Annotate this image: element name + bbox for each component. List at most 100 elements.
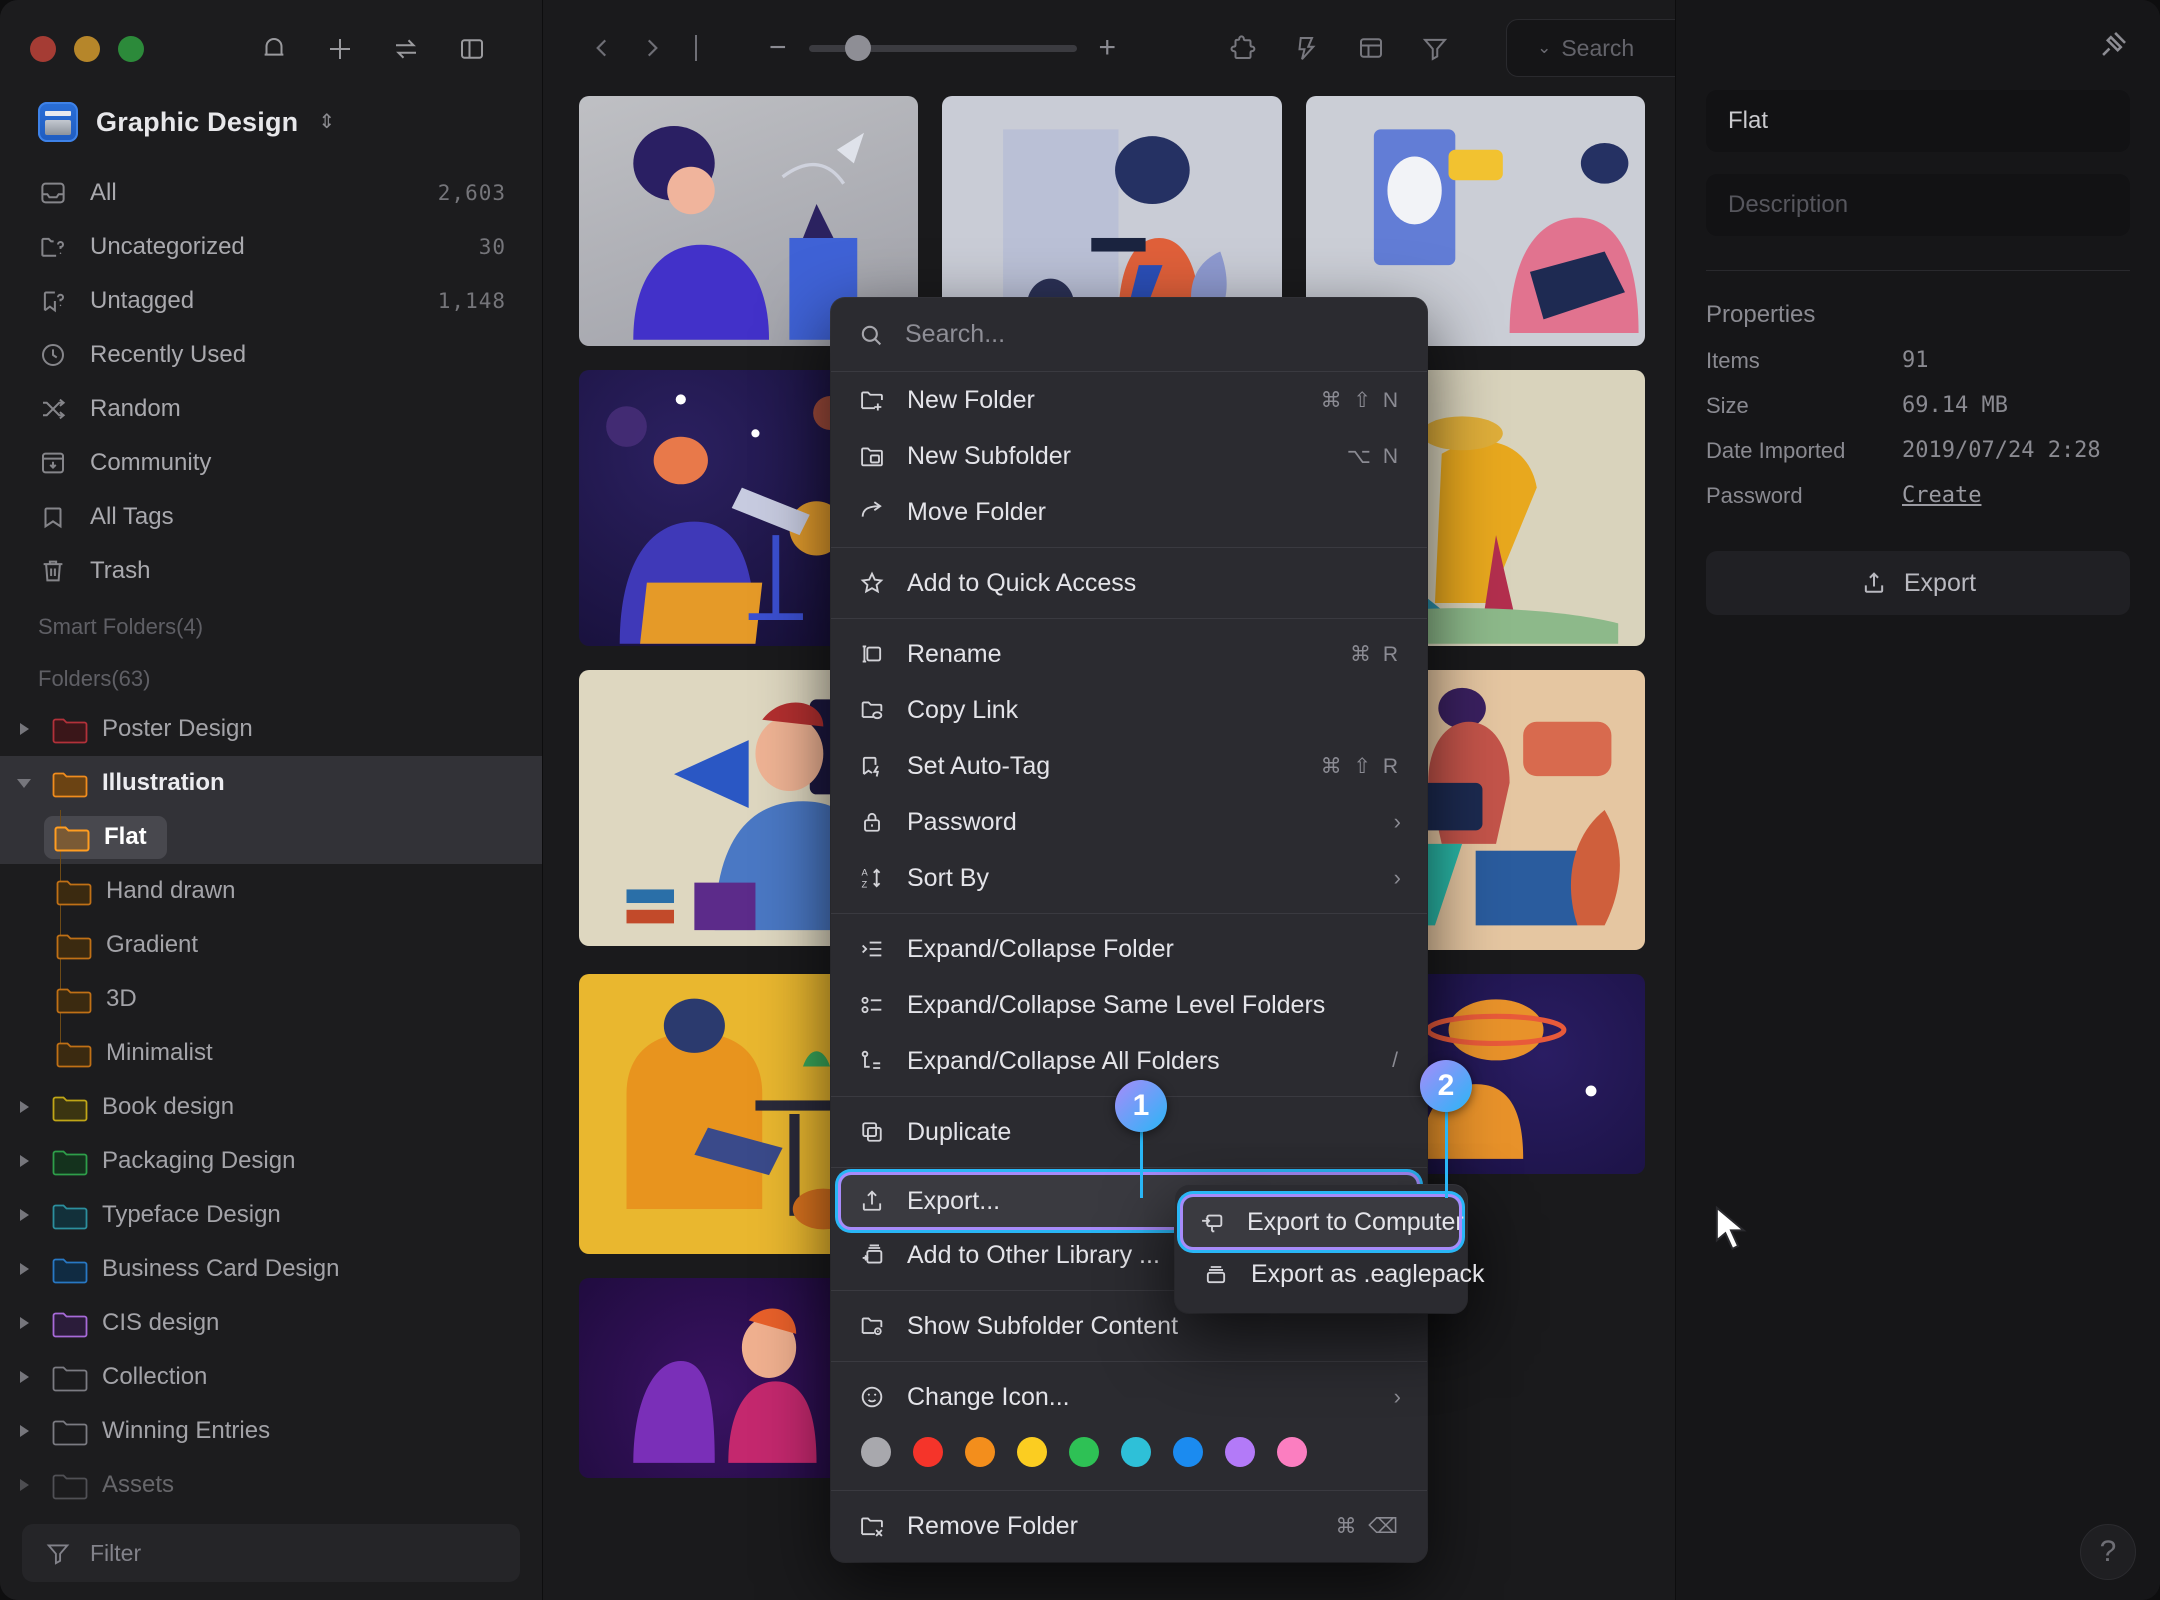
color-swatch-gray[interactable] [861,1437,891,1467]
menu-item-copy-link[interactable]: Copy Link [831,682,1427,738]
sidebar-item-trash[interactable]: Trash [0,544,542,598]
menu-divider [831,547,1427,548]
folder-row-poster-design[interactable]: Poster Design [0,702,542,756]
zoom-thumb[interactable] [844,35,871,61]
color-swatch-blue[interactable] [1173,1437,1203,1467]
chevron-right-icon[interactable] [10,1101,38,1113]
folder-row-illustration[interactable]: Illustration [0,756,542,810]
submenu-item-export-as-eaglepack[interactable]: Export as .eaglepack [1175,1247,1484,1301]
filter-bar[interactable]: Filter [22,1524,520,1582]
folder-row-winning-entries[interactable]: Winning Entries [0,1404,542,1458]
menu-item-change-icon[interactable]: Change Icon... › [831,1369,1427,1425]
zoom-out-button[interactable]: − [769,33,787,63]
menu-item-move-folder[interactable]: Move Folder [831,484,1427,540]
layout-icon[interactable] [1352,29,1390,67]
copy-link-icon [857,696,887,724]
panel-toggle-icon[interactable] [453,30,491,68]
sync-icon[interactable] [387,30,425,68]
minimize-window-button[interactable] [74,36,100,62]
folder-row-hand-drawn[interactable]: Hand drawn [0,864,542,918]
menu-item-new-folder[interactable]: New Folder ⌘ ⇧ N [831,372,1427,428]
folder-row-gradient[interactable]: Gradient [0,918,542,972]
menu-item-remove-folder[interactable]: Remove Folder ⌘ ⌫ [831,1498,1427,1554]
menu-item-rename[interactable]: Rename ⌘ R [831,626,1427,682]
chevron-down-icon[interactable]: ⌄ [1537,38,1551,58]
folder-row-packaging-design[interactable]: Packaging Design [0,1134,542,1188]
close-window-button[interactable] [30,36,56,62]
forward-button[interactable] [629,25,675,71]
plus-icon[interactable] [321,30,359,68]
folder-row-collection[interactable]: Collection [0,1350,542,1404]
property-key: Password [1706,483,1803,508]
color-swatch-red[interactable] [913,1437,943,1467]
color-swatch-pink[interactable] [1277,1437,1307,1467]
chevron-right-icon[interactable] [10,1209,38,1221]
sidebar-item-all-tags[interactable]: All Tags [0,490,542,544]
chevron-right-icon[interactable] [10,1263,38,1275]
sidebar-item-count: 30 [478,235,506,259]
folder-row-flat[interactable]: Flat [0,810,542,864]
help-button[interactable]: ? [2080,1524,2136,1580]
menu-item-sort-by[interactable]: AZ Sort By › [831,850,1427,906]
color-swatch-teal[interactable] [1121,1437,1151,1467]
folder-icon [52,1417,88,1446]
folder-description-field[interactable]: Description [1706,174,2130,236]
color-swatch-yellow[interactable] [1017,1437,1047,1467]
filter-icon[interactable] [1416,29,1454,67]
zoom-track[interactable] [808,35,1077,61]
color-swatch-purple[interactable] [1225,1437,1255,1467]
folder-row-assets[interactable]: Assets [0,1458,542,1512]
chevron-down-icon[interactable] [10,778,38,788]
sidebar-item-recently-used[interactable]: Recently Used [0,328,542,382]
sidebar-item-untagged[interactable]: Untagged 1,148 [0,274,542,328]
maximize-window-button[interactable] [118,36,144,62]
folder-label: CIS design [102,1309,220,1336]
pin-icon[interactable] [2096,28,2130,62]
chevron-right-icon[interactable] [10,723,38,735]
callout-badge-1: 1 [1115,1080,1167,1132]
folder-row-3d[interactable]: 3D [0,972,542,1026]
menu-item-set-auto-tag[interactable]: Set Auto-Tag ⌘ ⇧ R [831,738,1427,794]
sidebar-item-uncategorized[interactable]: Uncategorized 30 [0,220,542,274]
color-swatch-orange[interactable] [965,1437,995,1467]
menu-item-password[interactable]: Password › [831,794,1427,850]
sidebar-item-community[interactable]: Community [0,436,542,490]
menu-item-expand-collapse-all[interactable]: Expand/Collapse All Folders / [831,1033,1427,1089]
back-button[interactable] [579,25,625,71]
folder-row-business-card-design[interactable]: Business Card Design [0,1242,542,1296]
create-password-link[interactable]: Create [1902,483,1981,509]
zoom-in-button[interactable]: + [1099,33,1117,63]
inspector-divider [1706,270,2130,271]
zoom-slider[interactable]: − + [769,33,1116,63]
library-selector[interactable]: Graphic Design ⇕ [0,62,542,142]
folder-icon [52,769,88,798]
chevron-right-icon[interactable] [10,1155,38,1167]
menu-item-expand-collapse-same-level[interactable]: Expand/Collapse Same Level Folders [831,977,1427,1033]
folder-label: Collection [102,1363,208,1390]
bell-icon[interactable] [255,30,293,68]
export-button[interactable]: Export [1706,551,2130,615]
submenu-item-export-to-computer[interactable]: Export to Computer [1180,1194,1464,1250]
folder-row-typeface-design[interactable]: Typeface Design [0,1188,542,1242]
menu-item-add-to-quick-access[interactable]: Add to Quick Access [831,555,1427,611]
chevron-right-icon[interactable] [10,1479,38,1491]
menu-item-expand-collapse-folder[interactable]: Expand/Collapse Folder [831,921,1427,977]
color-swatch-green[interactable] [1069,1437,1099,1467]
chevron-right-icon[interactable] [10,1425,38,1437]
context-menu-search[interactable]: Search... [831,298,1427,372]
chevron-right-icon[interactable] [10,1317,38,1329]
menu-item-label: New Subfolder [907,441,1071,470]
folder-row-book-design[interactable]: Book design [0,1080,542,1134]
puzzle-icon[interactable] [1224,29,1262,67]
chevron-right-icon[interactable] [10,1371,38,1383]
menu-item-new-subfolder[interactable]: New Subfolder ⌥ N [831,428,1427,484]
folder-icon [52,1201,88,1230]
folder-row-minimalist[interactable]: Minimalist [0,1026,542,1080]
sidebar-item-all[interactable]: All 2,603 [0,166,542,220]
mouse-cursor [1715,1206,1747,1251]
lightning-icon[interactable] [1288,29,1326,67]
folder-name-field[interactable]: Flat [1706,90,2130,152]
sidebar-item-random[interactable]: Random [0,382,542,436]
folder-row-cis-design[interactable]: CIS design [0,1296,542,1350]
community-icon [38,448,68,478]
